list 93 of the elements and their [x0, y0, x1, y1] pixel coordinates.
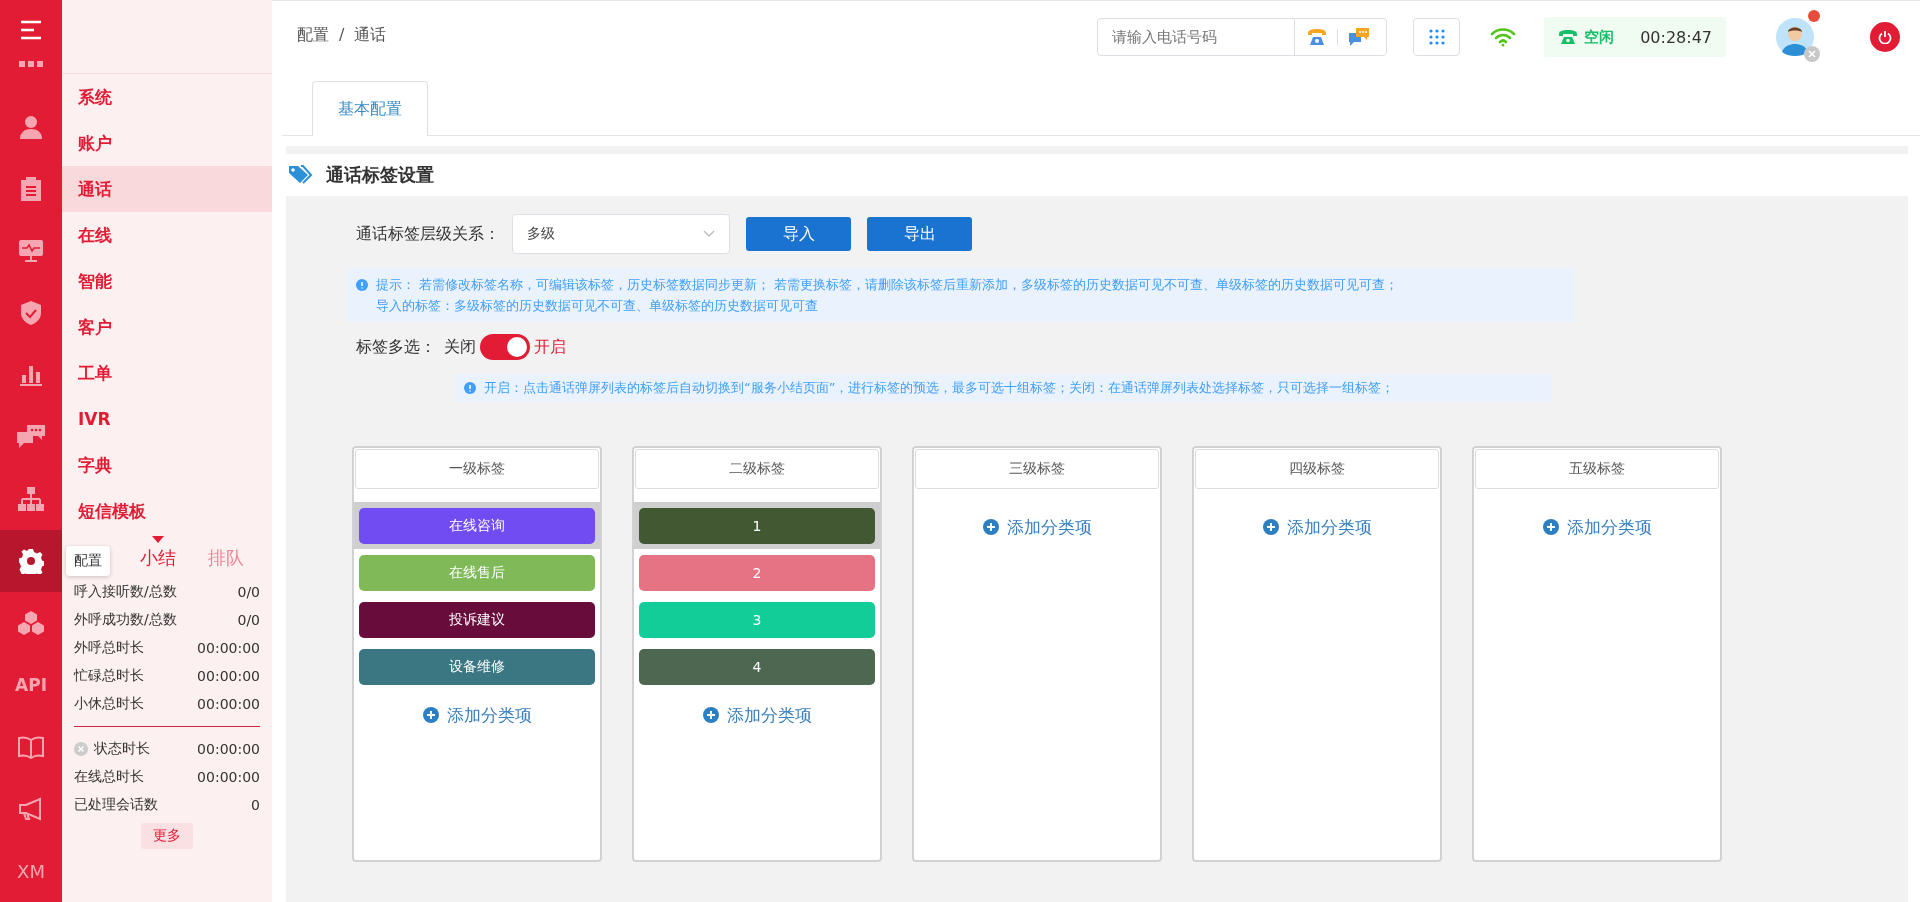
- megaphone-icon: [18, 797, 44, 821]
- rail-item[interactable]: API: [0, 654, 62, 716]
- hint-text: 开启：点击通话弹屏列表的标签后自动切换到“服务小结页面”，进行标签的预选，最多可选十组标签；关闭：在通话弹屏列表处选择标签，只可选择一组标签；: [484, 379, 1395, 397]
- info-icon: [356, 278, 368, 291]
- column-header: 三级标签: [915, 449, 1159, 489]
- book-icon: [18, 735, 44, 759]
- chat-icon: [16, 424, 46, 450]
- hint-text: 导入的标签：多级标签的历史数据可见不可查、单级标签的历史数据可见可查: [376, 297, 818, 315]
- call-timer: 00:28:47: [1640, 27, 1712, 47]
- toggle-off-label: 关闭: [444, 336, 476, 358]
- stat-value: 00:00:00: [197, 741, 260, 757]
- wifi-icon: [1490, 27, 1516, 47]
- chat-icon[interactable]: [1348, 27, 1370, 47]
- status-text: 空闲: [1584, 27, 1614, 47]
- add-category-link[interactable]: 添加分类项: [914, 502, 1160, 552]
- plus-icon: [702, 707, 719, 723]
- breadcrumb-separator: /: [339, 25, 345, 46]
- menu-item[interactable]: 账户: [62, 120, 272, 166]
- action-button[interactable]: 导出: [867, 217, 972, 251]
- menu-item[interactable]: 工单: [62, 350, 272, 396]
- bar-chart-icon: [19, 363, 43, 387]
- breadcrumb-item[interactable]: 配置: [297, 25, 329, 46]
- stat-value: 00:00:00: [197, 769, 260, 785]
- toggle-on-label: 开启: [534, 336, 566, 358]
- telephone-icon[interactable]: [1307, 28, 1327, 46]
- plus-icon: [1542, 519, 1559, 535]
- toggle-switch[interactable]: [480, 334, 530, 360]
- more-button[interactable]: 更多: [141, 823, 193, 849]
- hint-text: 提示： 若需修改标签名称，可编辑该标签，历史标签数据同步更新； 若需更换标签，请删除该标签后重新添加，多级标签的历史数据可见不可查、单级标签的历史数据可见可查；: [376, 276, 1399, 294]
- tab[interactable]: 排队: [198, 540, 254, 576]
- monitor-icon: [18, 239, 44, 263]
- phone-input[interactable]: 请输入电话号码: [1098, 27, 1294, 47]
- plus-icon: [422, 707, 439, 723]
- menu-icon: [19, 20, 43, 40]
- stat-value: 00:00:00: [197, 668, 260, 684]
- grid-icon: [19, 60, 43, 68]
- offline-badge-icon: [1804, 46, 1820, 62]
- dialpad-icon: [1428, 29, 1445, 45]
- menu-item[interactable]: 在线: [62, 212, 272, 258]
- stat-label: 外呼总时长: [74, 639, 144, 657]
- hexagons-icon: [17, 610, 45, 636]
- stat-label: 外呼成功数/总数: [74, 611, 177, 629]
- tooltip: 配置: [66, 546, 110, 576]
- menu-item[interactable]: 客户: [62, 304, 272, 350]
- tab[interactable]: 小结: [130, 540, 186, 576]
- stat-label: 在线总时长: [74, 768, 144, 786]
- menu-item[interactable]: 字典: [62, 442, 272, 488]
- info-icon: [464, 382, 476, 394]
- menu-item[interactable]: IVR: [62, 396, 272, 442]
- stat-label: 忙碌总时长: [74, 667, 144, 685]
- column-header: 一级标签: [355, 449, 599, 489]
- rail-item[interactable]: XM: [0, 840, 62, 902]
- stat-value: 00:00:00: [197, 640, 260, 656]
- field-label: 通话标签层级关系：: [356, 223, 500, 245]
- menu-item[interactable]: 系统: [62, 74, 272, 120]
- plus-icon: [1262, 519, 1279, 535]
- menu-item[interactable]: 智能: [62, 258, 272, 304]
- stat-value: 00:00:00: [197, 696, 260, 712]
- person-icon: [19, 114, 43, 140]
- stat-value: 0: [251, 797, 260, 813]
- stat-value: 0/0: [237, 584, 260, 600]
- menu-item[interactable]: 通话: [62, 166, 272, 212]
- add-category-link[interactable]: 添加分类项: [354, 690, 600, 740]
- level-select[interactable]: 多级: [512, 214, 730, 254]
- tab[interactable]: 基本配置: [312, 81, 428, 136]
- org-chart-icon: [18, 486, 44, 512]
- column-header: 二级标签: [635, 449, 879, 489]
- add-category-link[interactable]: 添加分类项: [1474, 502, 1720, 552]
- clear-icon[interactable]: [74, 742, 88, 756]
- chevron-down-icon: [703, 230, 715, 238]
- plus-icon: [982, 519, 999, 535]
- clipboard-icon: [20, 176, 42, 202]
- section-title: 通话标签设置: [326, 163, 434, 187]
- add-category-link[interactable]: 添加分类项: [1194, 502, 1440, 552]
- shield-icon: [19, 300, 43, 326]
- stat-label: 已处理会话数: [74, 796, 158, 814]
- field-label: 标签多选：: [356, 336, 436, 358]
- stat-label: 状态时长: [94, 740, 150, 758]
- power-icon: [1878, 30, 1892, 44]
- stat-label: 小休总时长: [74, 695, 144, 713]
- column-header: 四级标签: [1195, 449, 1439, 489]
- caret-icon: [152, 536, 164, 543]
- stat-value: 0/0: [237, 612, 260, 628]
- action-button[interactable]: 导入: [746, 217, 851, 251]
- telephone-icon: [1558, 29, 1578, 45]
- column-header: 五级标签: [1475, 449, 1719, 489]
- add-category-link[interactable]: 添加分类项: [634, 690, 880, 740]
- phone-field[interactable]: 请输入电话号码: [1097, 18, 1387, 56]
- breadcrumb-item[interactable]: 通话: [354, 25, 387, 46]
- settings-icon: [18, 548, 44, 574]
- dialpad-button[interactable]: [1413, 18, 1460, 56]
- power-button[interactable]: [1870, 22, 1900, 52]
- avatar[interactable]: [1776, 18, 1814, 56]
